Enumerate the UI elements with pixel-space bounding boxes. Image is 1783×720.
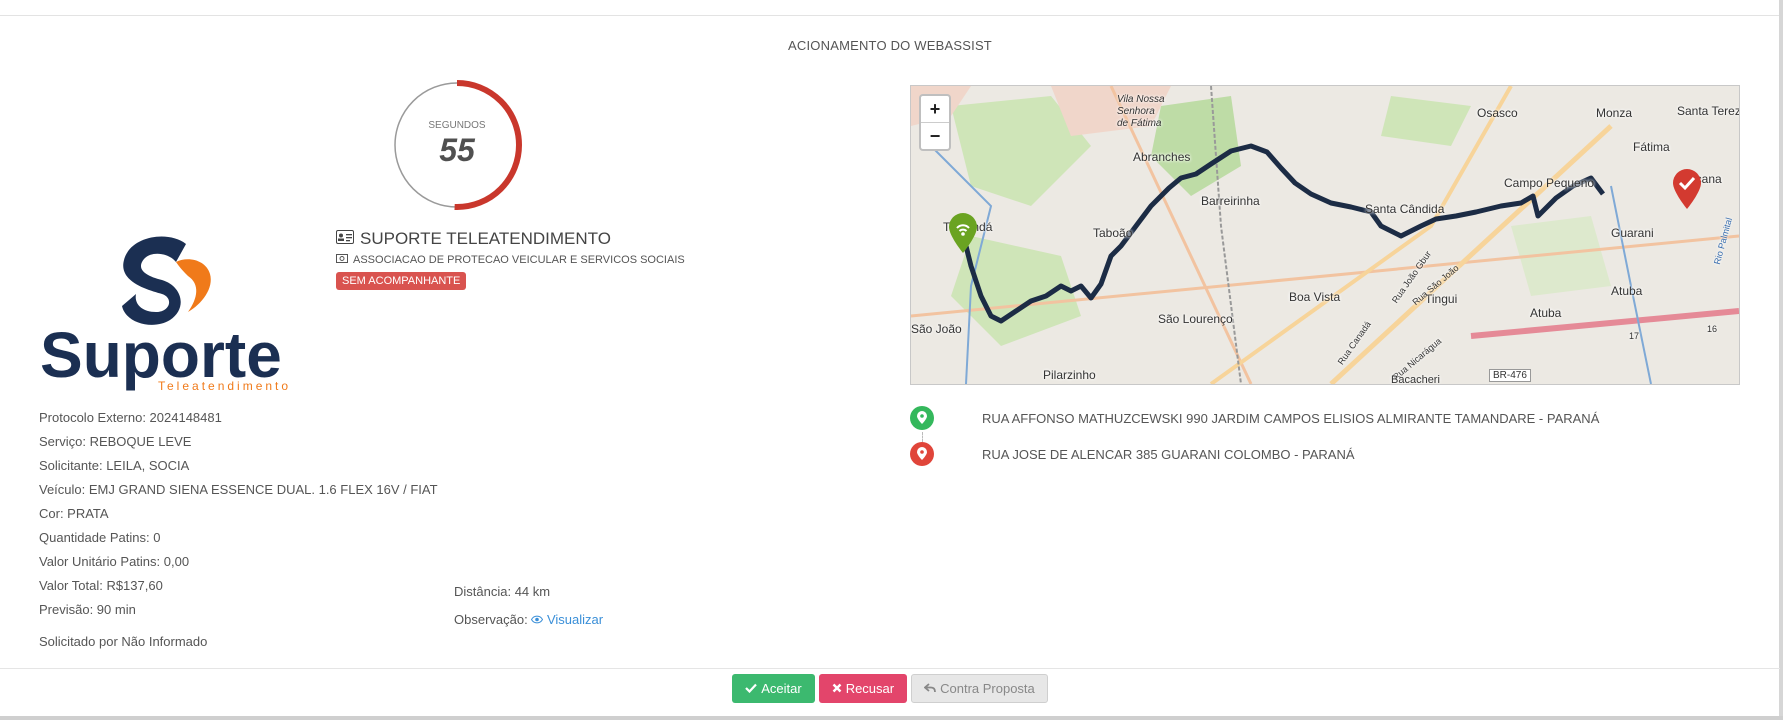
accept-button[interactable]: Aceitar <box>732 674 815 703</box>
provider-name: SUPORTE TELEATENDIMENTO <box>360 229 611 248</box>
forecast: Previsão: 90 min <box>39 602 136 617</box>
map-label: Vila Nossa <box>1117 94 1165 105</box>
destination-address: RUA JOSE DE ALENCAR 385 GUARANI COLOMBO … <box>982 446 1355 462</box>
map-label: São João <box>911 322 962 336</box>
map-label: BR-476 <box>1489 369 1531 382</box>
map-label: Santa Cândida <box>1365 202 1445 216</box>
accept-label: Aceitar <box>761 681 802 696</box>
eye-icon <box>531 612 547 627</box>
map-label: Fátima <box>1633 140 1670 154</box>
id-card-icon <box>336 229 354 249</box>
zoom-out-button[interactable]: − <box>921 123 949 149</box>
requested-by: Solicitado por Não Informado <box>39 634 208 649</box>
money-icon <box>336 254 348 266</box>
destination-pin-icon <box>910 442 934 466</box>
origin-address: RUA AFFONSO MATHUZCEWSKI 990 JARDIM CAMP… <box>982 410 1600 426</box>
action-buttons: Aceitar Recusar Contra Proposta <box>0 674 1780 703</box>
map-label: Campo Pequeno <box>1504 176 1595 190</box>
map-label: Atuba <box>1530 306 1562 320</box>
vehicle: Veículo: EMJ GRAND SIENA ESSENCE DUAL. 1… <box>39 482 438 497</box>
refuse-button[interactable]: Recusar <box>818 674 908 703</box>
check-icon <box>745 681 758 696</box>
map-label: Guarani <box>1611 226 1654 240</box>
refuse-label: Recusar <box>845 681 895 696</box>
map-label: São Lourenço <box>1158 312 1233 326</box>
origin-pin-icon <box>910 406 934 430</box>
skates-unit-value: Valor Unitário Patins: 0,00 <box>39 554 190 569</box>
provider-logo: Suporte Teleatendimento <box>38 232 298 393</box>
address-connector <box>922 432 924 442</box>
map-label: de Fátima <box>1117 118 1162 129</box>
observation-row: Observação: Visualizar <box>454 612 603 627</box>
map-label: Atuba <box>1611 284 1643 298</box>
bottom-border <box>0 716 1783 720</box>
scrollbar[interactable] <box>1779 0 1783 720</box>
map-label: Boa Vista <box>1289 290 1341 304</box>
provider-name-row: SUPORTE TELEATENDIMENTO <box>336 229 685 249</box>
origin-marker-icon[interactable] <box>947 212 979 259</box>
provider-info: SUPORTE TELEATENDIMENTO ASSOCIACAO DE PR… <box>336 229 685 290</box>
color: Cor: PRATA <box>39 506 109 521</box>
page-title: ACIONAMENTO DO WEBASSIST <box>788 38 992 53</box>
logo-mark-icon: Suporte Teleatendimento <box>40 236 291 393</box>
map-label: 16 <box>1707 324 1718 334</box>
provider-association-row: ASSOCIACAO DE PROTECAO VEICULAR E SERVIC… <box>336 254 685 266</box>
destination-address-row: RUA JOSE DE ALENCAR 385 GUARANI COLOMBO … <box>910 442 1355 466</box>
map-label: Abranches <box>1133 150 1191 164</box>
map-label: Barreirinha <box>1201 194 1260 208</box>
map-label: 17 <box>1629 331 1640 341</box>
map-label: Osasco <box>1477 106 1518 120</box>
destination-marker-icon[interactable] <box>1671 168 1703 215</box>
close-icon <box>832 681 842 696</box>
map-label: Santa Terez <box>1677 104 1740 118</box>
protocol-external: Protocolo Externo: 2024148481 <box>39 410 222 425</box>
map-label: Taboão <box>1093 226 1133 240</box>
view-observation-link[interactable]: Visualizar <box>531 612 603 627</box>
map-label: Bacacheri <box>1391 374 1440 385</box>
route-map[interactable]: + − Vila Nossa Senhora de Fátima Abranch… <box>910 85 1740 385</box>
map-label: Pilarzinho <box>1043 368 1096 382</box>
provider-association: ASSOCIACAO DE PROTECAO VEICULAR E SERVIC… <box>353 254 685 266</box>
status-badge: SEM ACOMPANHANTE <box>336 272 467 290</box>
observation-label: Observação: <box>454 612 528 627</box>
skates-quantity: Quantidade Patins: 0 <box>39 530 161 545</box>
reply-icon <box>923 681 937 696</box>
top-divider <box>0 15 1783 16</box>
counter-proposal-button[interactable]: Contra Proposta <box>911 674 1048 703</box>
map-label: Monza <box>1596 106 1633 120</box>
zoom-control: + − <box>919 94 951 151</box>
zoom-in-button[interactable]: + <box>921 96 949 123</box>
counter-proposal-label: Contra Proposta <box>940 681 1035 696</box>
requester: Solicitante: LEILA, SOCIA <box>39 458 190 473</box>
origin-address-row: RUA AFFONSO MATHUZCEWSKI 990 JARDIM CAMP… <box>910 406 1599 430</box>
countdown-timer: SEGUNDOS 55 <box>392 80 522 210</box>
map-label: Senhora <box>1117 106 1155 117</box>
distance: Distância: 44 km <box>454 584 551 599</box>
total-value: Valor Total: R$137,60 <box>39 578 163 593</box>
request-details: Protocolo Externo: 2024148481 Serviço: R… <box>39 408 438 624</box>
timer-value: 55 <box>439 132 475 168</box>
timer-label: SEGUNDOS <box>428 120 486 131</box>
logo-tagline: Teleatendimento <box>158 379 291 392</box>
service: Serviço: REBOQUE LEVE <box>39 434 192 449</box>
footer-divider <box>0 668 1780 669</box>
view-observation-label: Visualizar <box>546 612 604 627</box>
